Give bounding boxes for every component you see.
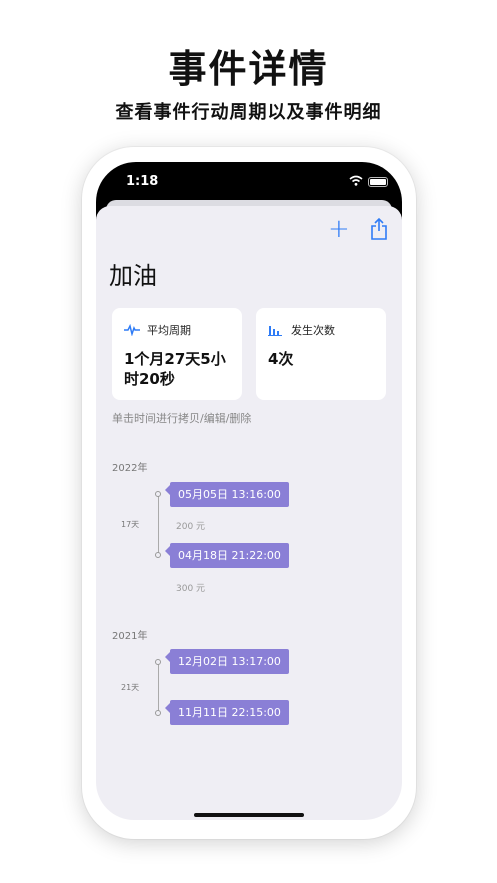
year-label: 2021年 (112, 631, 148, 642)
promo-title: 事件详情 (168, 46, 329, 91)
home-indicator (194, 813, 304, 817)
timeline-dot (155, 552, 161, 558)
event-title: 加油 (109, 262, 157, 290)
event-record-button[interactable]: 04月18日 21:22:00 (165, 543, 289, 568)
event-record-button[interactable]: 12月02日 13:17:00 (165, 649, 289, 674)
waveform-icon (124, 324, 140, 336)
event-record-button[interactable]: 11月11日 22:15:00 (165, 700, 289, 725)
event-record-button[interactable]: 05月05日 13:16:00 (165, 482, 289, 507)
wifi-icon (349, 175, 363, 186)
year-label: 2022年 (112, 463, 148, 474)
record-amount: 200 元 (176, 522, 206, 532)
bar-chart-icon (268, 326, 282, 336)
card-label: 平均周期 (147, 324, 191, 337)
interval-label: 17天 (121, 520, 140, 529)
battery-icon (368, 177, 388, 187)
status-time: 1:18 (126, 174, 159, 189)
timeline-dot (155, 710, 161, 716)
occurrence-count-value: 4次 (268, 350, 294, 368)
promo-subtitle: 查看事件行动周期以及事件明细 (115, 102, 382, 123)
app-screen (96, 206, 402, 820)
occurrence-count-card[interactable]: 发生次数 4次 (256, 308, 386, 400)
interval-label: 21天 (121, 683, 140, 692)
record-amount: 300 元 (176, 584, 206, 594)
timeline-dot (155, 659, 161, 665)
notch (167, 162, 331, 188)
average-cycle-value: 1个月27天5小时20秒 (124, 350, 226, 388)
timeline-dot (155, 491, 161, 497)
usage-hint: 单击时间进行拷贝/编辑/删除 (112, 412, 252, 425)
timeline-connector (158, 662, 159, 713)
share-icon[interactable] (369, 217, 389, 241)
average-cycle-card[interactable]: 平均周期 1个月27天5小时20秒 (112, 308, 242, 400)
plus-icon[interactable]: + (328, 216, 350, 242)
card-label: 发生次数 (291, 324, 335, 337)
timeline-connector (158, 494, 159, 556)
page: 事件详情 查看事件行动周期以及事件明细 1:18 + 加油 平均周期 1个月27… (0, 0, 497, 883)
